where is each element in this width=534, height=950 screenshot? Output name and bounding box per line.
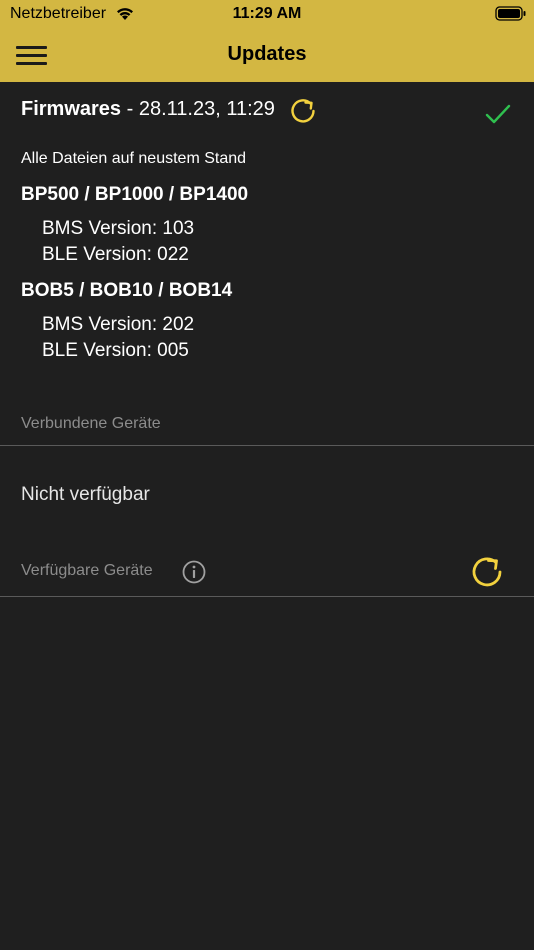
firmwares-date: 28.11.23, 11:29 (138, 98, 275, 120)
ble-version: BLE Version: 005 (42, 340, 189, 361)
status-time: 11:29 AM (232, 5, 302, 22)
status-bar: Netzbetreiber 11:29 AM (0, 0, 534, 28)
navigation-bar: Updates (0, 28, 534, 82)
available-devices-label: Verfügbare Geräte (21, 562, 153, 579)
firmwares-label: Firmwares (21, 98, 122, 120)
firmware-group-title: BP500 / BP1000 / BP1400 (21, 184, 249, 205)
info-icon[interactable] (182, 560, 206, 584)
bms-version: BMS Version: 202 (42, 314, 195, 335)
connected-devices-label: Verbundene Geräte (21, 415, 161, 432)
divider (0, 445, 534, 446)
firmwares-header: Firmwares - 28.11.23, 11:29 (21, 98, 275, 121)
firmwares-separator: - (121, 98, 139, 120)
page-title: Updates (227, 43, 307, 65)
firmware-status-message: Alle Dateien auf neustem Stand (21, 150, 247, 167)
battery-icon (495, 6, 526, 21)
divider (0, 596, 534, 597)
connected-devices-empty-text: Nicht verfügbar (21, 484, 150, 505)
refresh-icon[interactable] (289, 97, 317, 125)
firmware-group-title: BOB5 / BOB10 / BOB14 (21, 280, 233, 301)
ble-version: BLE Version: 022 (42, 244, 189, 265)
bms-version: BMS Version: 103 (42, 218, 195, 239)
refresh-icon[interactable] (469, 552, 505, 590)
app-header: Netzbetreiber 11:29 AM Updates (0, 0, 534, 82)
checkmark-icon (485, 104, 511, 124)
